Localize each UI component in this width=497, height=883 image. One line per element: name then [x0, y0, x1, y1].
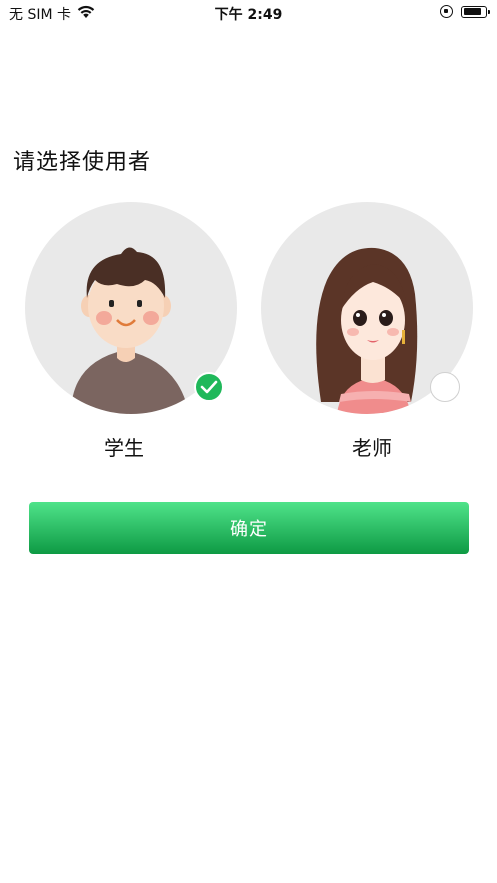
teacher-unselected-radio-icon[interactable]	[430, 372, 460, 402]
status-time: 下午 2:49	[214, 7, 283, 23]
role-option-student[interactable]	[25, 202, 237, 414]
role-label-teacher: 老师	[352, 436, 392, 460]
page-title: 请选择使用者	[13, 150, 152, 175]
confirm-button[interactable]: 确定	[29, 502, 469, 554]
role-label-student: 学生	[104, 436, 144, 460]
orientation-lock-icon	[440, 5, 453, 18]
student-selected-check-icon[interactable]	[194, 372, 224, 402]
battery-fill	[463, 8, 481, 15]
role-option-teacher[interactable]	[261, 202, 473, 414]
battery-icon	[461, 5, 490, 18]
status-right	[440, 5, 490, 18]
status-bar: 无 SIM 卡 下午 2:49	[0, 0, 497, 26]
